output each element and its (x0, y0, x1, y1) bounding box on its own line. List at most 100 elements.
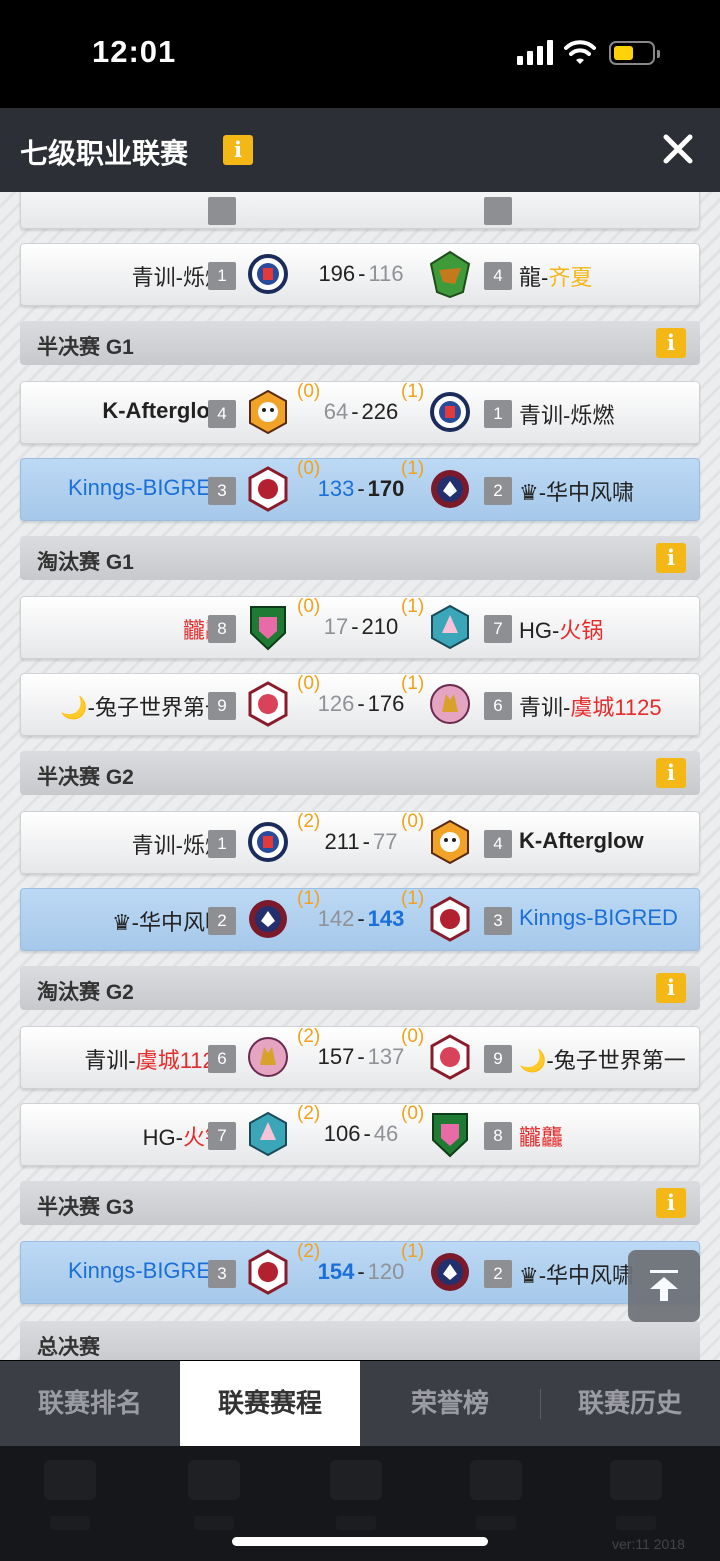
right-seed-badge: 1 (484, 400, 512, 428)
match-row[interactable]: K-Afterglow 4 (0) 64-226 (1) 1 青训-烁燃 (20, 381, 700, 444)
nav-ghost-label (194, 1516, 234, 1530)
left-seed-badge: 9 (208, 692, 236, 720)
match-row[interactable]: 青训-烁燃 1 (2) 211-77 (0) 4 K-Afterglow (20, 811, 700, 874)
nav-ghost-icon (610, 1460, 662, 1500)
left-score: 157 (317, 1044, 355, 1069)
nav-ghost-label (336, 1516, 376, 1530)
left-seed-badge: 3 (208, 1260, 236, 1288)
league-tab-bar: 联赛排名 联赛赛程 荣誉榜 联赛历史 (0, 1361, 720, 1446)
left-seed-badge: 2 (208, 907, 236, 935)
scroll-to-top-button[interactable] (628, 1250, 700, 1322)
right-score: 210 (361, 614, 399, 639)
close-icon[interactable] (660, 130, 696, 168)
wolf-team-logo-icon (430, 684, 470, 724)
right-score: 46 (373, 1121, 399, 1146)
match-row[interactable]: 龖龘 8 (0) 17-210 (1) 7 HG-火锅 (20, 596, 700, 659)
round-label: 半决赛 G1 (37, 336, 134, 359)
dragon-team-logo-icon (429, 250, 471, 298)
match-row-highlighted[interactable]: Kinngs-BIGRED 3 (0) 133-170 (1) 2 ♛-华中风啸 (20, 458, 700, 521)
left-seed-badge: 6 (208, 1045, 236, 1073)
right-team-name: 龍-齐夏 (519, 265, 593, 290)
scroll-top-icon (650, 1270, 678, 1273)
nav-ghost-label (476, 1516, 516, 1530)
status-bar: 12:01 (0, 0, 720, 108)
left-seed-badge (208, 197, 236, 225)
tab-league-ranking[interactable]: 联赛排名 (0, 1361, 180, 1446)
left-team-name: Kinngs-BIGRED (68, 1258, 227, 1283)
tab-honor-board[interactable]: 荣誉榜 (360, 1361, 540, 1446)
match-row[interactable]: 青训-虞城1125 6 (2) 157-137 (0) 9 🌙-兔子世界第一 (20, 1026, 700, 1089)
right-series-wins: (1) (401, 1241, 425, 1262)
left-score: 106 (323, 1121, 361, 1146)
right-score: 137 (367, 1044, 405, 1069)
schedule-list[interactable]: 青训-烁燃 1 196-116 4 龍-齐夏 半决赛 G1 i K-Afterg… (0, 192, 720, 1360)
round-header: 半决赛 G1 i (20, 321, 700, 365)
right-seed-badge: 3 (484, 907, 512, 935)
right-seed-badge: 8 (484, 1122, 512, 1150)
left-team-name: Kinngs-BIGRED (68, 475, 227, 500)
nav-ghost-icon (470, 1460, 522, 1500)
right-score: 143 (367, 906, 405, 931)
eagle-team-logo-icon (431, 1253, 469, 1291)
left-seed-badge: 4 (208, 400, 236, 428)
version-label: ver:11 2018 (612, 1536, 685, 1552)
round-label: 淘汰赛 G2 (37, 981, 134, 1004)
right-score: 176 (367, 691, 405, 716)
round-label: 淘汰赛 G1 (37, 551, 134, 574)
left-seed-badge: 7 (208, 1122, 236, 1150)
round-label: 半决赛 G3 (37, 1196, 134, 1219)
page-title: 七级职业联赛 (20, 138, 189, 169)
tab-league-history[interactable]: 联赛历史 (540, 1361, 720, 1446)
match-row-highlighted[interactable]: Kinngs-BIGRED 3 (2) 154-120 (1) 2 ♛-华中风啸 (20, 1241, 700, 1304)
nav-ghost-icon (44, 1460, 96, 1500)
home-indicator[interactable] (232, 1537, 488, 1546)
left-score: 154 (317, 1259, 355, 1284)
match-row[interactable]: 青训-烁燃 1 196-116 4 龍-齐夏 (20, 243, 700, 306)
right-score: 226 (361, 399, 399, 424)
match-row[interactable]: 🌙-兔子世界第一 9 (0) 126-176 (1) 6 青训-虞城1125 (20, 673, 700, 736)
tab-league-schedule[interactable]: 联赛赛程 (180, 1361, 360, 1446)
right-seed-badge: 9 (484, 1045, 512, 1073)
nav-ghost-label (616, 1516, 656, 1530)
right-seed-badge: 2 (484, 1260, 512, 1288)
right-team-name: 龖龘 (519, 1125, 564, 1150)
match-row-highlighted[interactable]: ♛-华中风啸 2 (1) 142-143 (1) 3 Kinngs-BIGRED (20, 888, 700, 951)
right-series-wins: (0) (401, 1026, 425, 1047)
right-team-name: 青训-烁燃 (519, 403, 615, 428)
left-seed-badge: 8 (208, 615, 236, 643)
left-score: 64 (323, 399, 349, 424)
nav-ghost-label (50, 1516, 90, 1530)
right-series-wins: (0) (401, 1103, 425, 1124)
right-seed-badge: 2 (484, 477, 512, 505)
round-header-final: 总决赛 (20, 1321, 700, 1360)
eagle-team-logo-icon (431, 470, 469, 508)
round-header: 半决赛 G3 i (20, 1181, 700, 1225)
round-label: 总决赛 (37, 1336, 100, 1359)
round-info-icon[interactable]: i (656, 1188, 686, 1218)
right-team-name: 🌙-兔子世界第一 (519, 1048, 686, 1073)
round-info-icon[interactable]: i (656, 328, 686, 358)
right-seed-badge: 6 (484, 692, 512, 720)
round-info-icon[interactable]: i (656, 543, 686, 573)
left-score: 133 (317, 476, 355, 501)
round-info-icon[interactable]: i (656, 973, 686, 1003)
round-info-icon[interactable]: i (656, 758, 686, 788)
bear-team-logo-icon (431, 819, 469, 865)
right-series-wins: (0) (401, 811, 425, 832)
right-score: 77 (372, 829, 398, 854)
left-team-name: 🌙-兔子世界第一 (60, 695, 227, 720)
right-seed-badge: 4 (484, 830, 512, 858)
right-team-name: 青训-虞城1125 (519, 695, 662, 720)
unicorn-team-logo-icon (431, 604, 469, 650)
match-row[interactable]: HG-火锅 7 (2) 106-46 (0) 8 龖龘 (20, 1103, 700, 1166)
left-seed-badge: 3 (208, 477, 236, 505)
left-score: 126 (317, 691, 355, 716)
nav-ghost-icon (330, 1460, 382, 1500)
right-score: 170 (367, 476, 405, 501)
match-score: 196-116 (318, 261, 404, 286)
basketball-team-logo-icon (430, 1034, 470, 1080)
info-icon[interactable]: i (223, 135, 253, 165)
right-team-name: ♛-华中风啸 (519, 1263, 635, 1288)
match-row-partial-top[interactable] (20, 192, 700, 229)
right-seed-badge: 4 (484, 262, 512, 290)
